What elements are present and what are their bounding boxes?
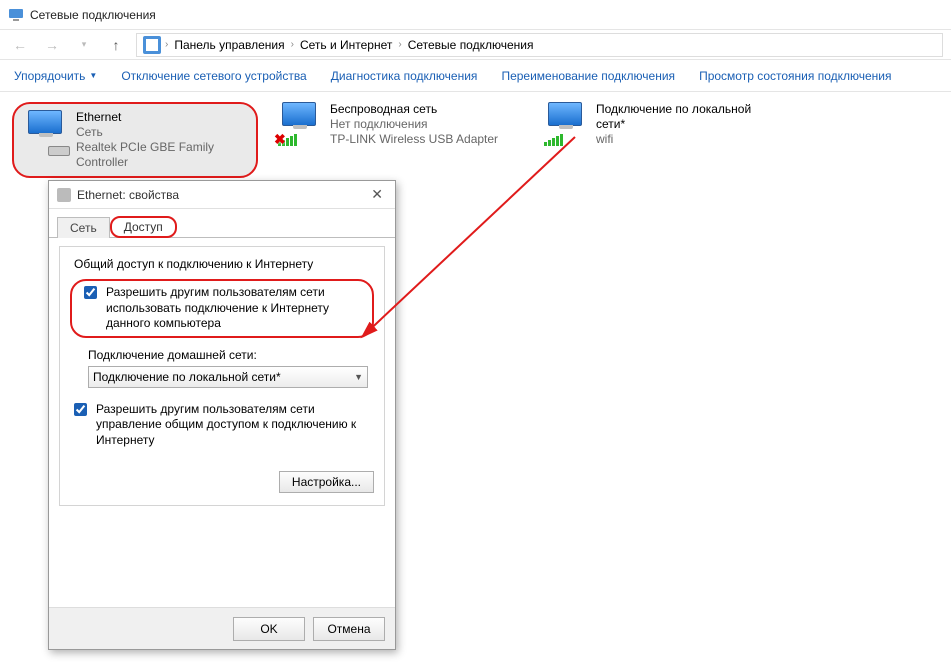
adapter-desc: Realtek PCIe GBE Family Controller — [76, 140, 246, 170]
adapter-name: Ethernet — [76, 110, 246, 125]
close-button[interactable]: ✕ — [367, 186, 387, 203]
allow-control-label: Разрешить другим пользователям сети упра… — [96, 402, 374, 449]
adapter-wireless[interactable]: ✖ Беспроводная сеть Нет подключения TP-L… — [278, 102, 524, 147]
settings-button[interactable]: Настройка... — [279, 471, 374, 493]
cancel-button[interactable]: Отмена — [313, 617, 385, 641]
allow-control-checkbox[interactable] — [74, 403, 87, 416]
adapter-local[interactable]: Подключение по локальной сети* wifi — [544, 102, 754, 147]
nav-back-button[interactable]: ← — [8, 33, 32, 57]
status-button[interactable]: Просмотр состояния подключения — [699, 69, 891, 83]
ethernet-properties-dialog: Ethernet: свойства ✕ Сеть Доступ Общий д… — [48, 180, 396, 650]
home-connection-label: Подключение домашней сети: — [88, 348, 374, 362]
breadcrumb-item[interactable]: Панель управления — [172, 38, 286, 52]
breadcrumb[interactable]: › Панель управления › Сеть и Интернет › … — [136, 33, 943, 57]
sharing-group-label: Общий доступ к подключению к Интернету — [70, 257, 317, 271]
breadcrumb-item[interactable]: Сеть и Интернет — [298, 38, 394, 52]
ethernet-icon — [24, 110, 72, 154]
adapter-status: wifi — [596, 132, 754, 147]
nav-recent-dropdown[interactable]: ▾ — [72, 33, 96, 57]
tab-network[interactable]: Сеть — [57, 217, 110, 238]
home-connection-value: Подключение по локальной сети* — [93, 370, 281, 384]
allow-sharing-checkbox[interactable] — [84, 286, 97, 299]
control-panel-icon — [143, 36, 161, 54]
ok-button[interactable]: OK — [233, 617, 305, 641]
rename-button[interactable]: Переименование подключения — [501, 69, 675, 83]
disable-device-button[interactable]: Отключение сетевого устройства — [121, 69, 306, 83]
allow-sharing-row: Разрешить другим пользователям сети испо… — [70, 279, 374, 338]
chevron-right-icon: › — [165, 39, 168, 50]
chevron-down-icon: ▼ — [354, 372, 363, 382]
organize-menu[interactable]: Упорядочить▼ — [14, 69, 97, 83]
adapter-ethernet[interactable]: Ethernet Сеть Realtek PCIe GBE Family Co… — [12, 102, 258, 178]
wifi-on-icon — [544, 102, 592, 146]
adapter-status: Нет подключения — [330, 117, 498, 132]
adapter-desc: TP-LINK Wireless USB Adapter — [330, 132, 498, 147]
app-icon — [8, 7, 24, 23]
wifi-off-icon: ✖ — [278, 102, 326, 146]
chevron-down-icon: ▼ — [89, 71, 97, 80]
nav-up-button[interactable]: ↑ — [104, 33, 128, 57]
home-connection-select[interactable]: Подключение по локальной сети* ▼ — [88, 366, 368, 388]
breadcrumb-item[interactable]: Сетевые подключения — [406, 38, 536, 52]
dialog-title: Ethernet: свойства — [77, 188, 179, 202]
diagnose-button[interactable]: Диагностика подключения — [331, 69, 478, 83]
allow-sharing-label: Разрешить другим пользователям сети испо… — [106, 285, 364, 332]
nav-forward-button[interactable]: → — [40, 33, 64, 57]
chevron-right-icon: › — [291, 39, 294, 50]
adapter-status: Сеть — [76, 125, 246, 140]
tab-sharing[interactable]: Доступ — [110, 216, 177, 238]
adapter-name: Беспроводная сеть — [330, 102, 498, 117]
adapter-name: Подключение по локальной сети* — [596, 102, 754, 132]
chevron-right-icon: › — [398, 39, 401, 50]
nic-icon — [57, 188, 71, 202]
window-title: Сетевые подключения — [30, 8, 156, 22]
